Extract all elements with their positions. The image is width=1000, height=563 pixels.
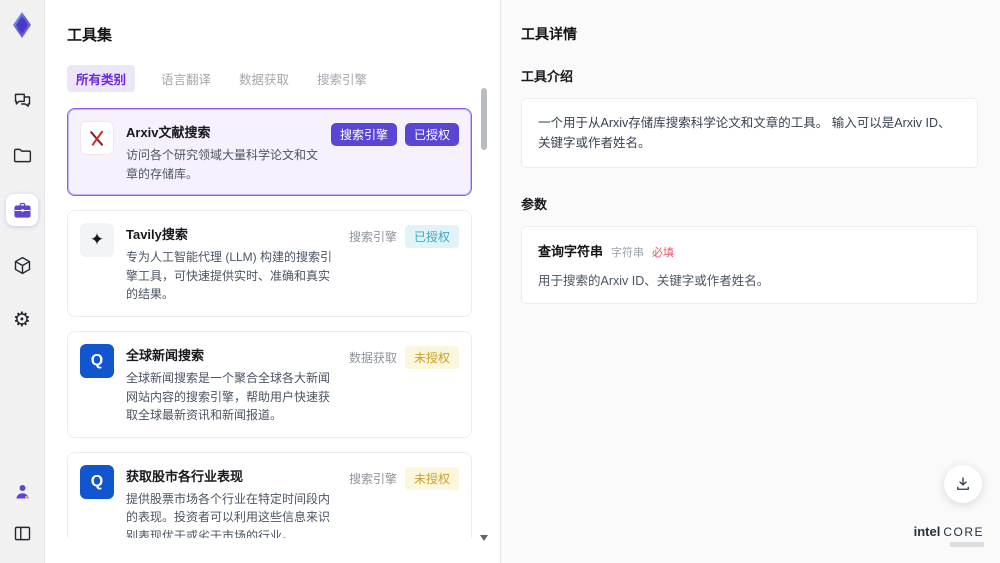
category-tag: 搜索引擎 <box>348 471 397 486</box>
news-icon: Q <box>80 464 114 499</box>
tool-name: 全球新闻搜索 <box>126 347 205 363</box>
tool-name: Arxiv文献搜索 <box>126 125 211 140</box>
download-icon <box>957 477 969 490</box>
tab-3[interactable]: 搜索引擎 <box>315 65 369 92</box>
tool-desc: 专为人工智能代理 (LLM) 构建的搜索引擎工具，可快速提供实时、准确和真实的结… <box>126 250 333 302</box>
chat-icon[interactable] <box>6 84 38 116</box>
tab-2[interactable]: 数据获取 <box>237 65 291 92</box>
gear-icon[interactable]: ⚙ <box>6 304 38 336</box>
tavily-icon: ✦ <box>80 223 114 258</box>
tab-1[interactable]: 语言翻译 <box>159 65 213 92</box>
category-tag: 数据获取 <box>348 350 397 365</box>
tool-name: 获取股市各行业表现 <box>126 468 244 484</box>
auth-badge: 已授权 <box>404 225 459 249</box>
tool-details-panel: 工具详情 工具介绍 一个用于从Arxiv存储库搜索科学论文和文章的工具。 输入可… <box>500 0 1000 563</box>
parameter-card: 查询字符串 字符串 必填 用于搜索的Arxiv ID、关键字或作者姓名。 <box>521 226 978 304</box>
tool-card-1[interactable]: ✦ Tavily搜索专为人工智能代理 (LLM) 构建的搜索引擎工具，可快速提供实… <box>67 210 472 317</box>
rail-bottom <box>6 475 38 549</box>
param-type: 字符串 <box>611 247 645 259</box>
tool-desc: 提供股票市场各个行业在特定时间段内的表现。投资者可以利用这些信息来识别表现优于或… <box>126 491 331 538</box>
app-logo-icon <box>5 8 39 42</box>
brand-underline <box>950 542 984 547</box>
tool-card-2[interactable]: Q 全球新闻搜索全球新闻搜索是一个聚合全球各大新闻网站内容的搜索引擎，帮助用户快速… <box>67 330 472 438</box>
arxiv-icon <box>80 121 114 155</box>
category-tag: 搜索引擎 <box>330 123 397 146</box>
category-tabs: 所有类别 语言翻译 数据获取 搜索引擎 <box>67 65 472 92</box>
rail-nav: ⚙ <box>6 84 38 336</box>
param-desc: 用于搜索的Arxiv ID、关键字或作者姓名。 <box>538 274 770 288</box>
intro-heading: 工具介绍 <box>521 69 574 84</box>
brand-core: CORE <box>943 524 984 539</box>
scrollbar[interactable] <box>480 88 488 555</box>
scrollbar-thumb[interactable] <box>481 88 487 150</box>
panel-toggle-icon[interactable] <box>6 517 38 549</box>
param-required-badge: 必填 <box>652 247 675 259</box>
tab-0[interactable]: 所有类别 <box>67 65 136 92</box>
tool-name: Tavily搜索 <box>126 227 188 243</box>
tool-card-0[interactable]: Arxiv文献搜索访问各个研究领域大量科学论文和文章的存储库。 搜索引擎 已授权 <box>67 108 472 197</box>
user-icon[interactable] <box>6 475 38 507</box>
tool-desc: 访问各个研究领域大量科学论文和文章的存储库。 <box>126 148 319 181</box>
category-tag: 搜索引擎 <box>348 230 397 245</box>
folder-icon[interactable] <box>6 139 38 171</box>
auth-badge: 未授权 <box>404 345 459 369</box>
tool-list-panel: 工具集 所有类别 语言翻译 数据获取 搜索引擎 Arxiv文献搜索 访问各个研究领域大量… <box>45 0 500 563</box>
brand-intel: intel <box>913 523 941 539</box>
tool-desc: 全球新闻搜索是一个聚合全球各大新闻网站内容的搜索引擎，帮助用户快速获取全球最新资… <box>126 370 331 423</box>
details-title: 工具详情 <box>521 26 577 42</box>
download-button[interactable] <box>944 465 982 503</box>
auth-badge: 已授权 <box>404 123 459 146</box>
news-icon: Q <box>80 343 114 378</box>
auth-badge: 未授权 <box>404 466 459 490</box>
params-heading: 参数 <box>521 197 548 212</box>
param-name: 查询字符串 <box>538 244 604 259</box>
tool-intro-text: 一个用于从Arxiv存储库搜索科学论文和文章的工具。 输入可以是Arxiv ID… <box>521 98 978 168</box>
tool-card-3[interactable]: Q 获取股市各行业表现提供股票市场各个行业在特定时间段内的表现。投资者可以利用这些… <box>67 451 472 538</box>
page-title: 工具集 <box>67 27 113 44</box>
cube-icon[interactable] <box>6 249 38 281</box>
scroll-down-icon[interactable] <box>480 535 488 541</box>
intel-core-logo: intel CORE <box>913 523 984 547</box>
left-rail: ⚙ <box>0 0 45 563</box>
app-window: ⚙ 工具集 所有类别 语言翻译 数据获取 搜索引擎 Arxiv文献搜索 访问各个研究领域… <box>0 0 1000 563</box>
toolbox-icon[interactable] <box>6 194 38 226</box>
tool-list: Arxiv文献搜索 访问各个研究领域大量科学论文和文章的存储库。 搜索引擎 已授权 ✦ T… <box>67 108 472 538</box>
